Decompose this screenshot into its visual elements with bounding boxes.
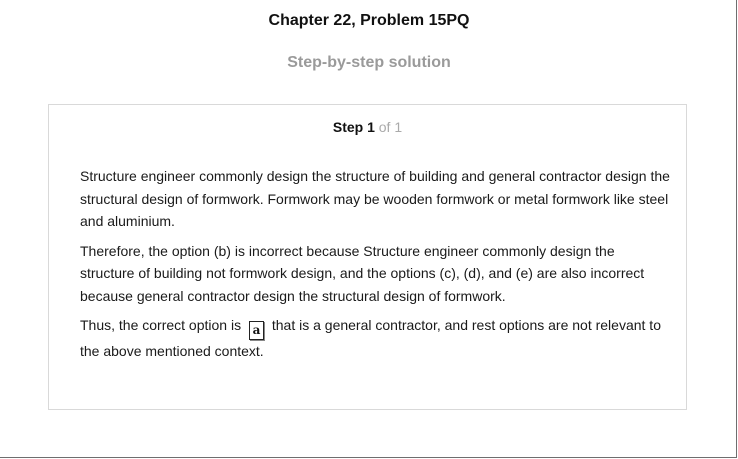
solution-card: Step 1 of 1 Structure engineer commonly … — [48, 104, 687, 410]
solution-subtitle: Step-by-step solution — [287, 54, 451, 71]
step-count: of 1 — [378, 119, 403, 135]
solution-paragraph-2: Therefore, the option (b) is incorrect b… — [80, 242, 645, 304]
paragraph-3-lead: Thus, the correct option is — [80, 317, 242, 333]
solution-content: Structure engineer commonly design the s… — [80, 165, 670, 370]
page-frame: Chapter 22, Problem 15PQ Step-by-step so… — [0, 0, 737, 458]
step-label: Step 1 — [332, 119, 375, 135]
solution-paragraph-3: Thus, the correct option is a that is a … — [80, 314, 670, 363]
step-header: Step 1 of 1 — [49, 119, 686, 135]
answer-box: a — [248, 321, 264, 340]
chapter-title: Chapter 22, Problem 15PQ — [268, 12, 470, 29]
solution-paragraph-1: Structure engineer commonly design the s… — [80, 168, 670, 229]
